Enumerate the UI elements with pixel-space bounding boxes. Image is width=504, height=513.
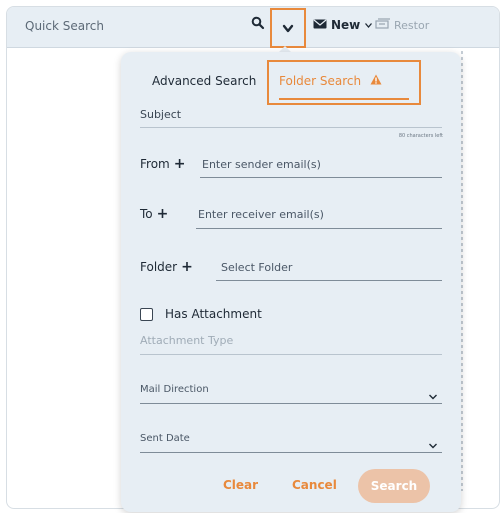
chevron-down-icon[interactable] (428, 386, 438, 400)
add-sender-icon[interactable]: + (174, 156, 186, 172)
restore-button-label: Restor (394, 18, 430, 32)
folder-label-text: Folder (140, 260, 178, 274)
mail-direction-underline (140, 403, 442, 404)
attachment-type-underline (140, 354, 442, 355)
new-button[interactable]: New (313, 18, 373, 32)
search-icon[interactable] (251, 15, 267, 31)
chevron-down-icon (282, 19, 294, 38)
tab-advanced-search[interactable]: Advanced Search (152, 74, 256, 88)
to-label-text: To (140, 207, 153, 221)
top-toolbar: Quick Search New Restor (7, 7, 499, 48)
subject-char-counter: 80 characters left (398, 133, 443, 139)
advanced-search-panel: Advanced Search Folder Search Subject 80… (121, 52, 461, 512)
folder-underline (216, 280, 442, 281)
from-label-text: From (140, 157, 170, 171)
new-button-label: New (331, 18, 361, 32)
add-folder-icon[interactable]: + (181, 259, 193, 275)
tab-folder-search[interactable]: Folder Search (267, 60, 421, 105)
clear-button[interactable]: Clear (223, 478, 258, 492)
sent-date-select[interactable]: Sent Date (140, 433, 190, 444)
chevron-down-icon[interactable] (428, 435, 438, 449)
to-underline (196, 228, 442, 229)
tab-active-underline (279, 98, 409, 100)
sent-date-underline (140, 452, 442, 453)
subject-underline (140, 127, 442, 128)
tab-folder-search-content: Folder Search (279, 74, 382, 88)
advanced-search-toggle-button[interactable] (270, 8, 306, 48)
has-attachment-label: Has Attachment (165, 307, 262, 321)
mail-icon (313, 18, 327, 32)
quick-search-input[interactable]: Quick Search (25, 19, 104, 33)
folder-select[interactable]: Select Folder (221, 261, 292, 274)
scroll-divider (461, 51, 463, 491)
cancel-button[interactable]: Cancel (292, 478, 337, 492)
search-button[interactable]: Search (358, 469, 430, 503)
folder-label: Folder + (140, 259, 193, 275)
mail-direction-select[interactable]: Mail Direction (140, 384, 209, 395)
from-label: From + (140, 156, 185, 172)
to-input[interactable]: Enter receiver email(s) (198, 208, 324, 221)
has-attachment-checkbox[interactable] (140, 308, 153, 321)
tab-folder-search-label: Folder Search (279, 74, 362, 88)
from-underline (200, 177, 442, 178)
warning-icon (370, 74, 382, 88)
restore-button[interactable]: Restor (375, 18, 429, 32)
restore-icon (375, 18, 391, 32)
add-receiver-icon[interactable]: + (157, 206, 169, 222)
attachment-type-input[interactable]: Attachment Type (140, 334, 233, 347)
from-input[interactable]: Enter sender email(s) (202, 158, 321, 171)
subject-field[interactable]: Subject (140, 108, 181, 121)
to-label: To + (140, 206, 168, 222)
chevron-down-icon (364, 18, 373, 32)
